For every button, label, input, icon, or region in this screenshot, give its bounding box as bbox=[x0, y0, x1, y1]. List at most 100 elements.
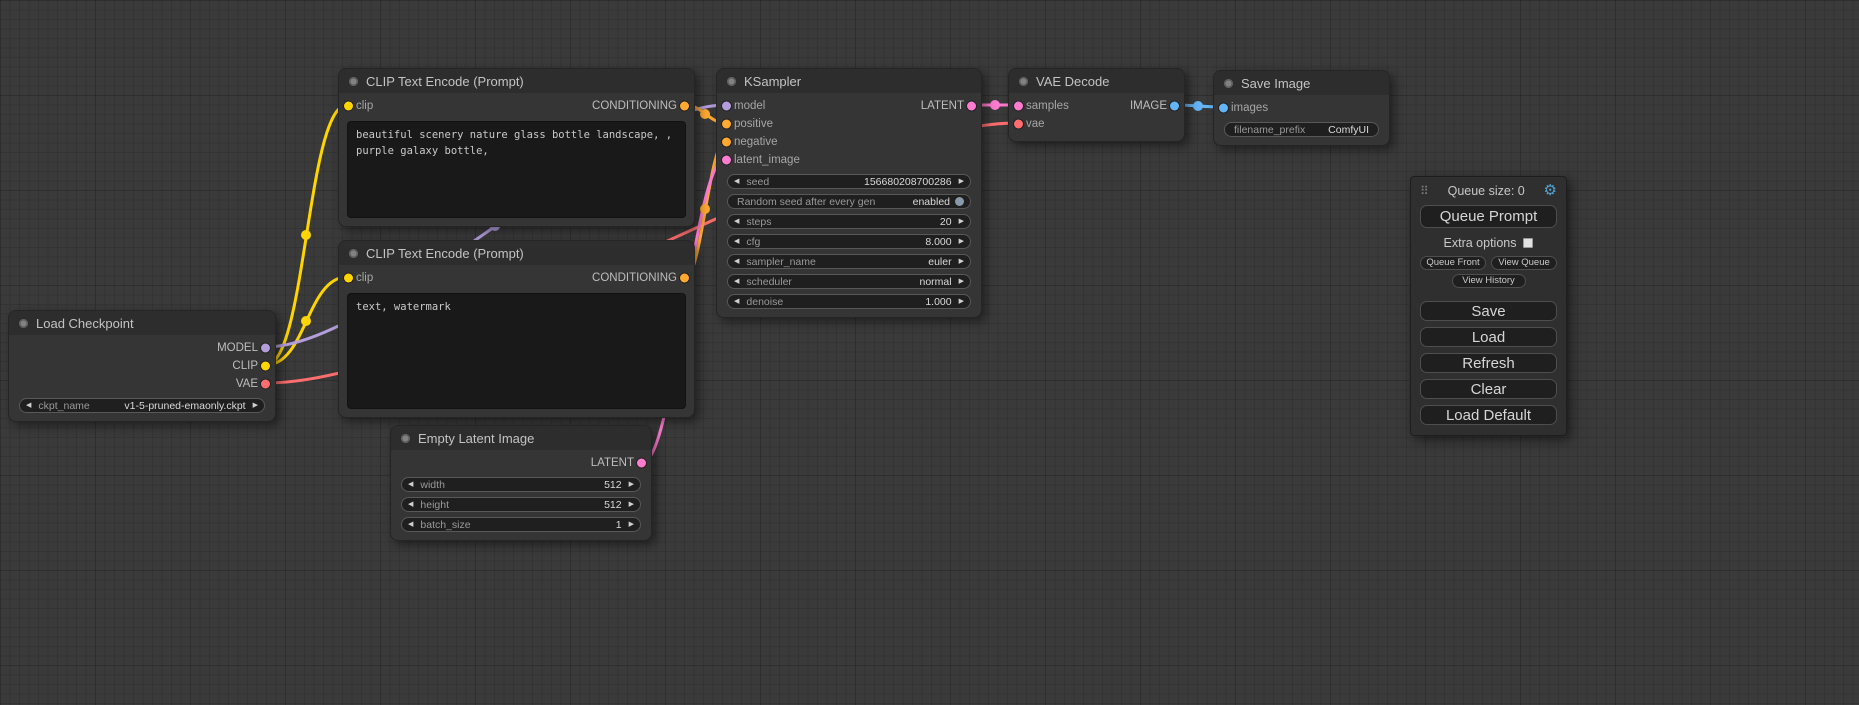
increment-arrow-icon[interactable]: ▶ bbox=[959, 258, 964, 265]
ckpt-name-widget[interactable]: ◀ ckpt_name v1-5-pruned-emaonly.ckpt ▶ bbox=[19, 398, 265, 413]
height-widget[interactable]: ◀ height 512 ▶ bbox=[401, 497, 641, 512]
port-row: positive bbox=[717, 115, 981, 133]
input-label: negative bbox=[734, 136, 777, 148]
clip-output-port[interactable] bbox=[261, 362, 270, 371]
node-title-bar[interactable]: Empty Latent Image bbox=[391, 426, 651, 450]
seed-widget[interactable]: ◀ seed 156680208700286 ▶ bbox=[727, 174, 971, 189]
node-empty-latent-image[interactable]: Empty Latent Image LATENT ◀ width 512 ▶ … bbox=[390, 425, 652, 541]
decrement-arrow-icon[interactable]: ◀ bbox=[408, 501, 413, 508]
latent-image-input-port[interactable] bbox=[722, 156, 731, 165]
refresh-button[interactable]: Refresh bbox=[1420, 353, 1557, 373]
settings-gear-icon[interactable]: ⚙ bbox=[1544, 183, 1557, 198]
image-output-port[interactable] bbox=[1170, 102, 1179, 111]
node-ksampler[interactable]: KSampler model LATENT positive negative … bbox=[716, 68, 982, 318]
clip-input-port[interactable] bbox=[344, 274, 353, 283]
node-title-bar[interactable]: Load Checkpoint bbox=[9, 311, 275, 335]
queue-front-button[interactable]: Queue Front bbox=[1420, 256, 1486, 270]
collapse-toggle-icon[interactable] bbox=[349, 249, 358, 258]
node-title-bar[interactable]: CLIP Text Encode (Prompt) bbox=[339, 241, 694, 265]
clear-button[interactable]: Clear bbox=[1420, 379, 1557, 399]
steps-widget[interactable]: ◀ steps 20 ▶ bbox=[727, 214, 971, 229]
positive-prompt-textarea[interactable]: beautiful scenery nature glass bottle la… bbox=[347, 121, 686, 218]
node-clip-text-encode-negative[interactable]: CLIP Text Encode (Prompt) clip CONDITION… bbox=[338, 240, 695, 418]
latent-output-port[interactable] bbox=[967, 102, 976, 111]
vae-output-port[interactable] bbox=[261, 380, 270, 389]
node-vae-decode[interactable]: VAE Decode samples IMAGE vae bbox=[1008, 68, 1185, 142]
extra-options-label: Extra options bbox=[1444, 236, 1517, 250]
model-input-port[interactable] bbox=[722, 102, 731, 111]
node-title-bar[interactable]: CLIP Text Encode (Prompt) bbox=[339, 69, 694, 93]
node-title-bar[interactable]: VAE Decode bbox=[1009, 69, 1184, 93]
widget-value: 156680208700286 bbox=[864, 176, 952, 188]
node-clip-text-encode-positive[interactable]: CLIP Text Encode (Prompt) clip CONDITION… bbox=[338, 68, 695, 227]
denoise-widget[interactable]: ◀ denoise 1.000 ▶ bbox=[727, 294, 971, 309]
toggle-knob-icon[interactable] bbox=[955, 197, 964, 206]
decrement-arrow-icon[interactable]: ◀ bbox=[734, 278, 739, 285]
decrement-arrow-icon[interactable]: ◀ bbox=[734, 298, 739, 305]
view-queue-button[interactable]: View Queue bbox=[1491, 256, 1557, 270]
view-history-button[interactable]: View History bbox=[1452, 274, 1526, 288]
collapse-toggle-icon[interactable] bbox=[349, 77, 358, 86]
decrement-arrow-icon[interactable]: ◀ bbox=[734, 238, 739, 245]
increment-arrow-icon[interactable]: ▶ bbox=[959, 298, 964, 305]
load-default-button[interactable]: Load Default bbox=[1420, 405, 1557, 425]
collapse-toggle-icon[interactable] bbox=[19, 319, 28, 328]
collapse-toggle-icon[interactable] bbox=[1224, 79, 1233, 88]
wire-midpoint-dot bbox=[700, 204, 710, 214]
cfg-widget[interactable]: ◀ cfg 8.000 ▶ bbox=[727, 234, 971, 249]
widget-label: cfg bbox=[746, 236, 760, 248]
scheduler-widget[interactable]: ◀ scheduler normal ▶ bbox=[727, 274, 971, 289]
node-save-image[interactable]: Save Image images filename_prefix ComfyU… bbox=[1213, 70, 1390, 146]
decrement-arrow-icon[interactable]: ◀ bbox=[408, 521, 413, 528]
increment-arrow-icon[interactable]: ▶ bbox=[959, 178, 964, 185]
node-load-checkpoint[interactable]: Load Checkpoint MODEL CLIP VAE ◀ ckpt_na… bbox=[8, 310, 276, 422]
conditioning-output-port[interactable] bbox=[680, 102, 689, 111]
widget-value: ComfyUI bbox=[1328, 124, 1369, 136]
vae-input-port[interactable] bbox=[1014, 120, 1023, 129]
load-workflow-button[interactable]: Load bbox=[1420, 327, 1557, 347]
filename-prefix-widget[interactable]: filename_prefix ComfyUI bbox=[1224, 122, 1379, 137]
collapse-toggle-icon[interactable] bbox=[401, 434, 410, 443]
negative-prompt-textarea[interactable]: text, watermark bbox=[347, 293, 686, 409]
increment-arrow-icon[interactable]: ▶ bbox=[629, 501, 634, 508]
node-title-bar[interactable]: Save Image bbox=[1214, 71, 1389, 95]
collapse-toggle-icon[interactable] bbox=[1019, 77, 1028, 86]
increment-arrow-icon[interactable]: ▶ bbox=[629, 521, 634, 528]
widget-label: steps bbox=[746, 216, 771, 228]
samples-input-port[interactable] bbox=[1014, 102, 1023, 111]
width-widget[interactable]: ◀ width 512 ▶ bbox=[401, 477, 641, 492]
increment-arrow-icon[interactable]: ▶ bbox=[959, 238, 964, 245]
widget-label: Random seed after every gen bbox=[737, 196, 875, 208]
sampler-name-widget[interactable]: ◀ sampler_name euler ▶ bbox=[727, 254, 971, 269]
images-input-port[interactable] bbox=[1219, 104, 1228, 113]
increment-arrow-icon[interactable]: ▶ bbox=[959, 278, 964, 285]
decrement-arrow-icon[interactable]: ◀ bbox=[734, 258, 739, 265]
model-output-port[interactable] bbox=[261, 344, 270, 353]
collapse-toggle-icon[interactable] bbox=[727, 77, 736, 86]
increment-arrow-icon[interactable]: ▶ bbox=[253, 402, 258, 409]
decrement-arrow-icon[interactable]: ◀ bbox=[26, 402, 31, 409]
decrement-arrow-icon[interactable]: ◀ bbox=[408, 481, 413, 488]
save-workflow-button[interactable]: Save bbox=[1420, 301, 1557, 321]
latent-output-port[interactable] bbox=[637, 459, 646, 468]
batch-size-widget[interactable]: ◀ batch_size 1 ▶ bbox=[401, 517, 641, 532]
random-seed-toggle-widget[interactable]: Random seed after every gen enabled bbox=[727, 194, 971, 209]
node-title-bar[interactable]: KSampler bbox=[717, 69, 981, 93]
wire-midpoint-dot bbox=[301, 316, 311, 326]
node-graph-canvas[interactable]: Load Checkpoint MODEL CLIP VAE ◀ ckpt_na… bbox=[0, 0, 1859, 705]
drag-handle-icon[interactable]: ⠿ bbox=[1420, 184, 1429, 198]
positive-input-port[interactable] bbox=[722, 120, 731, 129]
increment-arrow-icon[interactable]: ▶ bbox=[629, 481, 634, 488]
conditioning-output-port[interactable] bbox=[680, 274, 689, 283]
input-label: clip bbox=[356, 272, 373, 284]
widget-value: 1 bbox=[616, 519, 622, 531]
widget-label: scheduler bbox=[746, 276, 792, 288]
input-label: latent_image bbox=[734, 154, 800, 166]
clip-input-port[interactable] bbox=[344, 102, 353, 111]
increment-arrow-icon[interactable]: ▶ bbox=[959, 218, 964, 225]
queue-prompt-button[interactable]: Queue Prompt bbox=[1420, 205, 1557, 228]
decrement-arrow-icon[interactable]: ◀ bbox=[734, 218, 739, 225]
negative-input-port[interactable] bbox=[722, 138, 731, 147]
extra-options-checkbox[interactable] bbox=[1523, 238, 1533, 248]
decrement-arrow-icon[interactable]: ◀ bbox=[734, 178, 739, 185]
